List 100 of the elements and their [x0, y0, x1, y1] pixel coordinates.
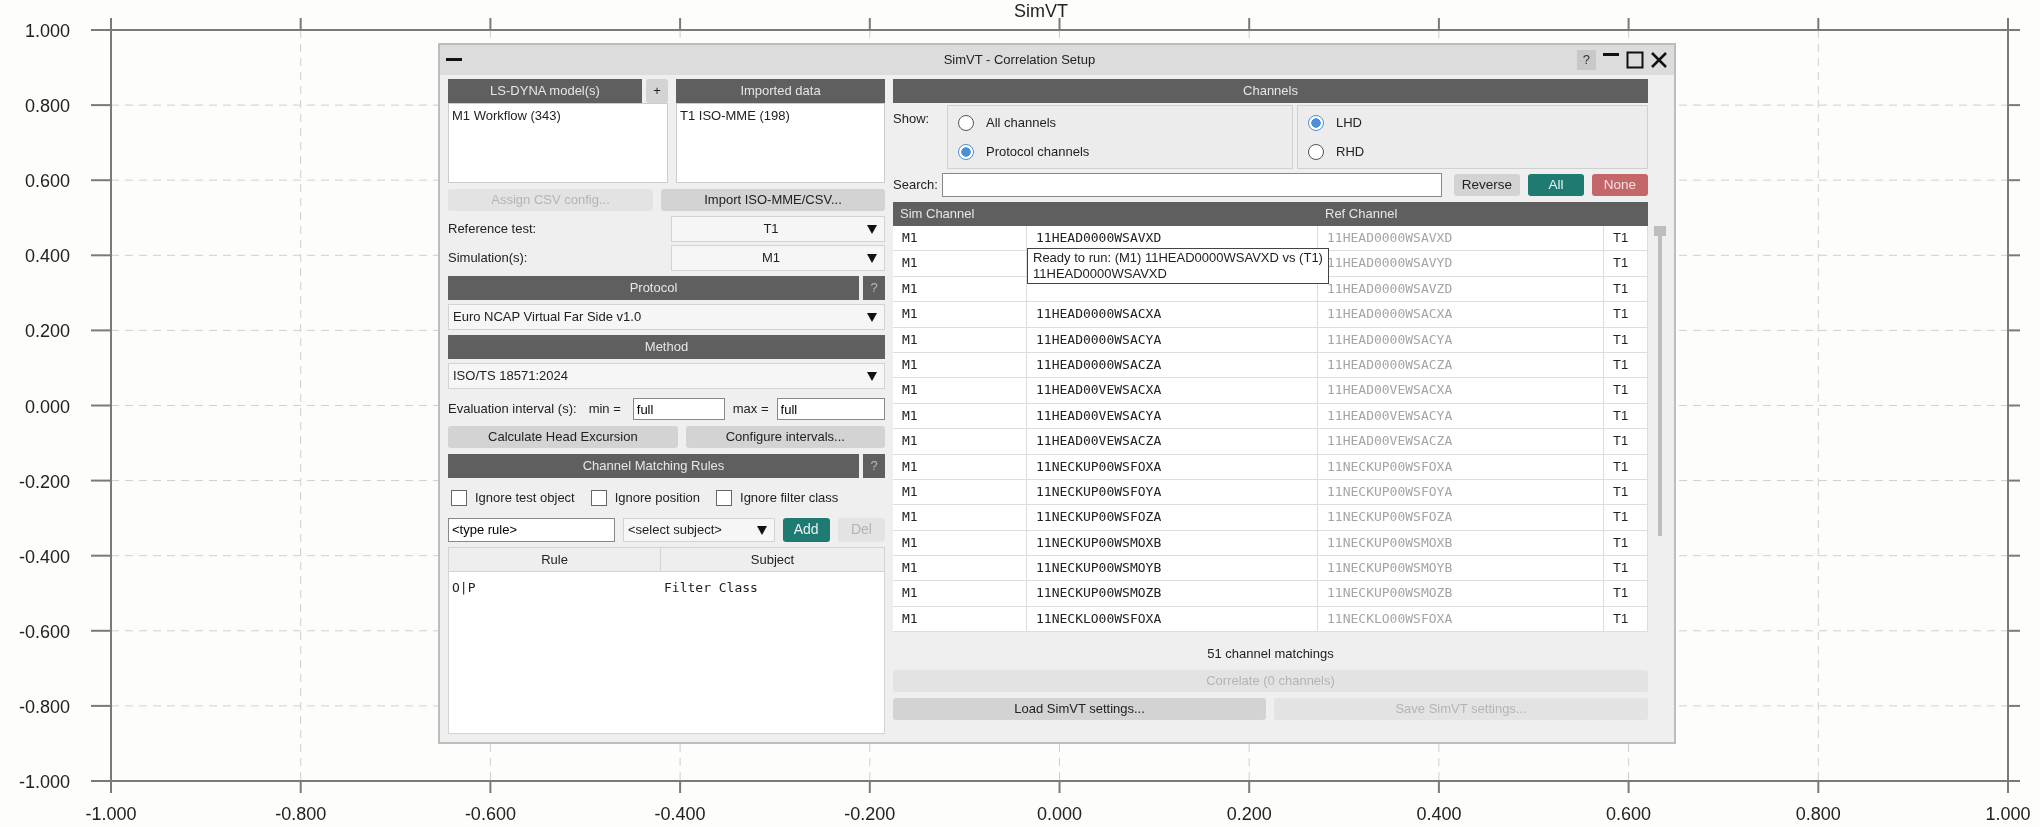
table-cell: 11HEAD00VEWSACYA	[1318, 403, 1604, 430]
action-button[interactable]: Load SimVT settings...	[893, 697, 1267, 720]
close-icon[interactable]	[1650, 51, 1668, 69]
action-button[interactable]: Configure intervals...	[685, 426, 885, 448]
table-cell: M1	[893, 378, 1027, 404]
table-cell-text: O|P	[451, 578, 477, 597]
field-label: min =	[588, 400, 621, 419]
add-model-button[interactable]: +	[646, 79, 668, 103]
axis-tick-label: 0.000	[24, 396, 70, 417]
search-field[interactable]	[941, 173, 1442, 197]
table-cell: M1	[893, 403, 1027, 430]
table-cell: M1	[893, 454, 1027, 480]
axis-tick-label: -0.200	[844, 804, 896, 824]
panel-header: LS-DYNA model(s)	[448, 79, 642, 103]
column-header[interactable]: Sim Channel	[893, 202, 1318, 226]
table-cell: 11NECKUP00WSMOXB	[1318, 530, 1604, 557]
subject-dropdown[interactable]: <select subject>	[623, 517, 775, 542]
table-cell: T1	[1604, 429, 1648, 455]
table-cell: T1	[1604, 327, 1648, 353]
table-cell-text: Filter Class	[663, 578, 759, 597]
axis-tick-label: 0.400	[24, 246, 70, 267]
table-cell: 11NECKUP00WSFOZA	[1318, 505, 1604, 531]
column-header[interactable]: Subject	[661, 547, 884, 572]
radio-button[interactable]	[1308, 114, 1324, 131]
radio-label: LHD	[1336, 113, 1362, 132]
section-header: Method	[448, 335, 885, 359]
checkbox-label: Ignore position	[614, 489, 700, 507]
field-label: Simulation(s):	[448, 249, 529, 268]
axis-tick-label: -0.600	[464, 804, 516, 824]
column-header[interactable]: Ref Channel	[1318, 202, 1648, 226]
checkbox[interactable]	[590, 489, 607, 506]
min-field[interactable]: full	[632, 398, 725, 420]
axis-tick-label: -0.800	[275, 804, 327, 824]
status-text: 51 channel matchings	[1206, 645, 1335, 664]
table-cell: T1	[1604, 479, 1648, 506]
section-header: Protocol	[448, 276, 859, 300]
caret-icon	[755, 523, 768, 536]
column-header[interactable]: Rule	[449, 547, 661, 572]
table-cell: 11NECKUP00WSFOYA	[1027, 479, 1318, 506]
table-cell: 11HEAD0000WSACZA	[1027, 352, 1318, 379]
axis-tick-label: 0.200	[24, 321, 70, 342]
help-button[interactable]: ?	[1576, 50, 1596, 70]
table-cell: M1	[893, 352, 1027, 379]
field-label: Reference test:	[448, 220, 538, 239]
rule-field[interactable]: <type rule>	[448, 517, 615, 542]
tooltip-text: Ready to run: (M1) 11HEAD0000WSAVXD vs (T1)	[1033, 250, 1323, 266]
filter-button[interactable]: Reverse	[1454, 174, 1520, 196]
list-item[interactable]: M1 Workflow (343)	[452, 106, 664, 126]
panel-header: Imported data	[676, 79, 885, 103]
action-button[interactable]: Import ISO-MME/CSV...	[661, 189, 885, 211]
table-cell: T1	[1604, 378, 1648, 404]
radio-button[interactable]	[958, 143, 974, 160]
rule-button[interactable]: Add	[782, 517, 830, 542]
table-cell: M1	[893, 226, 1027, 252]
action-button[interactable]: Calculate Head Excursion	[448, 426, 678, 448]
radio-button[interactable]	[1308, 143, 1324, 160]
table-cell: 11HEAD0000WSACYA	[1027, 327, 1318, 353]
table-cell: 11HEAD0000WSACYA	[1318, 327, 1604, 353]
table-cell: T1	[1604, 352, 1648, 379]
axis-tick-label: 0.600	[24, 171, 70, 192]
table-cell: M1	[893, 327, 1027, 353]
scrollbar[interactable]	[1654, 226, 1666, 536]
axis-tick-label: 0.800	[24, 96, 70, 117]
dropdown[interactable]: M1	[671, 245, 885, 271]
table-cell: 11NECKUP00WSFOZA	[1027, 505, 1318, 531]
radio-label: All channels	[986, 113, 1057, 132]
table-cell: 11HEAD0000WSACXA	[1318, 302, 1604, 328]
axis-tick-label: 0.200	[1226, 804, 1272, 824]
table-cell: 11HEAD00VEWSACXA	[1027, 378, 1318, 404]
axis-tick-label: 1.000	[1985, 804, 2031, 824]
table-cell: 11NECKUP00WSMOZB	[1318, 581, 1604, 607]
axis-tick-label: -0.400	[18, 546, 70, 567]
table-cell: 11NECKLO00WSFOXA	[1027, 606, 1318, 633]
table-cell: T1	[1604, 581, 1648, 607]
checkbox[interactable]	[716, 489, 732, 506]
filter-button[interactable]: All	[1528, 174, 1584, 196]
field-label: Evaluation interval (s):	[448, 400, 577, 419]
dropdown[interactable]: Euro NCAP Virtual Far Side v1.0	[448, 304, 885, 330]
table-cell: M1	[893, 505, 1027, 531]
dropdown[interactable]: ISO/TS 18571:2024	[448, 363, 885, 389]
table-cell: M1	[893, 606, 1027, 633]
max-field[interactable]: full	[776, 398, 885, 420]
table-cell: 11NECKUP00WSFOXA	[1027, 454, 1318, 480]
dropdown[interactable]: T1	[671, 216, 885, 242]
table-cell: 11NECKUP00WSMOXB	[1027, 530, 1318, 557]
table-cell: 11HEAD00VEWSACXA	[1318, 378, 1604, 404]
maximize-icon[interactable]	[1626, 51, 1644, 69]
checkbox-label: Ignore filter class	[740, 489, 839, 507]
list-item[interactable]: T1 ISO-MME (198)	[680, 106, 881, 126]
section-header: Channels	[893, 79, 1648, 103]
checkbox[interactable]	[451, 489, 467, 506]
axis-tick-label: -0.600	[18, 621, 70, 642]
radio-label: RHD	[1336, 142, 1365, 161]
table-cell: T1	[1604, 226, 1648, 252]
table-cell: 11HEAD00VEWSACZA	[1318, 429, 1604, 455]
axis-tick-label: -0.200	[18, 471, 70, 492]
table-cell: T1	[1604, 302, 1648, 328]
table-cell: 11HEAD0000WSACZA	[1318, 352, 1604, 379]
radio-button[interactable]	[958, 114, 974, 131]
table-cell: 11NECKUP00WSMOYB	[1318, 556, 1604, 582]
